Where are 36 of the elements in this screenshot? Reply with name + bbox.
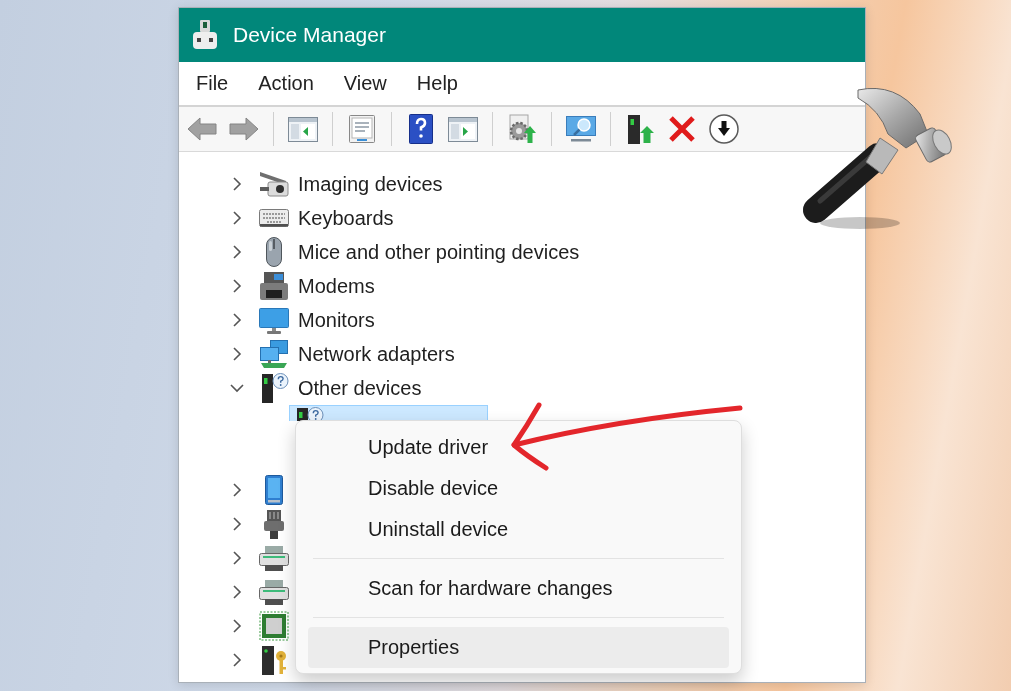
context-menu-item[interactable]: Update driver — [308, 427, 729, 468]
tree-item[interactable]: Network adapters — [298, 342, 455, 366]
tree-item[interactable]: Mice and other pointing devices — [298, 240, 580, 264]
chip-icon — [259, 611, 289, 641]
printer-icon — [259, 577, 289, 607]
window-pane-icon — [448, 114, 478, 144]
window-title: Device Manager — [233, 23, 386, 47]
network-computers-icon — [259, 339, 289, 369]
fax-machine-icon — [259, 271, 289, 301]
menu-bar-item[interactable]: File — [192, 70, 233, 97]
cross-icon — [667, 114, 697, 144]
context-menu-item[interactable]: Uninstall device — [308, 509, 729, 550]
menu-bar-item[interactable]: Help — [412, 70, 462, 97]
tree-item[interactable]: Monitors — [298, 308, 375, 332]
camera-icon — [259, 169, 289, 199]
menu-bar-item[interactable]: Action — [254, 70, 318, 97]
tree-item[interactable]: Modems — [298, 274, 375, 298]
properties-sheet-icon — [347, 114, 377, 144]
context-menu-item[interactable]: Properties — [308, 627, 729, 668]
help-icon — [406, 114, 436, 144]
window-pane-icon — [288, 114, 318, 144]
tower-arrow-icon — [625, 114, 655, 144]
tree-item-highlight[interactable] — [289, 405, 488, 421]
unknown-device-icon — [259, 373, 289, 403]
context-menu-item[interactable]: Scan for hardware changes — [308, 568, 729, 609]
printer-icon — [259, 543, 289, 573]
tree-item[interactable]: Keyboards — [298, 206, 394, 230]
device-icon — [193, 20, 217, 50]
monitor-search-icon — [566, 114, 596, 144]
gear-icon — [507, 114, 537, 144]
tree-item[interactable]: Imaging devices — [298, 172, 443, 196]
monitor-icon — [259, 305, 289, 335]
menu-bar-item[interactable]: View — [339, 70, 391, 97]
tower-key-icon — [259, 645, 289, 675]
tree-item[interactable]: Other devices — [298, 376, 422, 400]
context-menu-item[interactable]: Disable device — [308, 468, 729, 509]
